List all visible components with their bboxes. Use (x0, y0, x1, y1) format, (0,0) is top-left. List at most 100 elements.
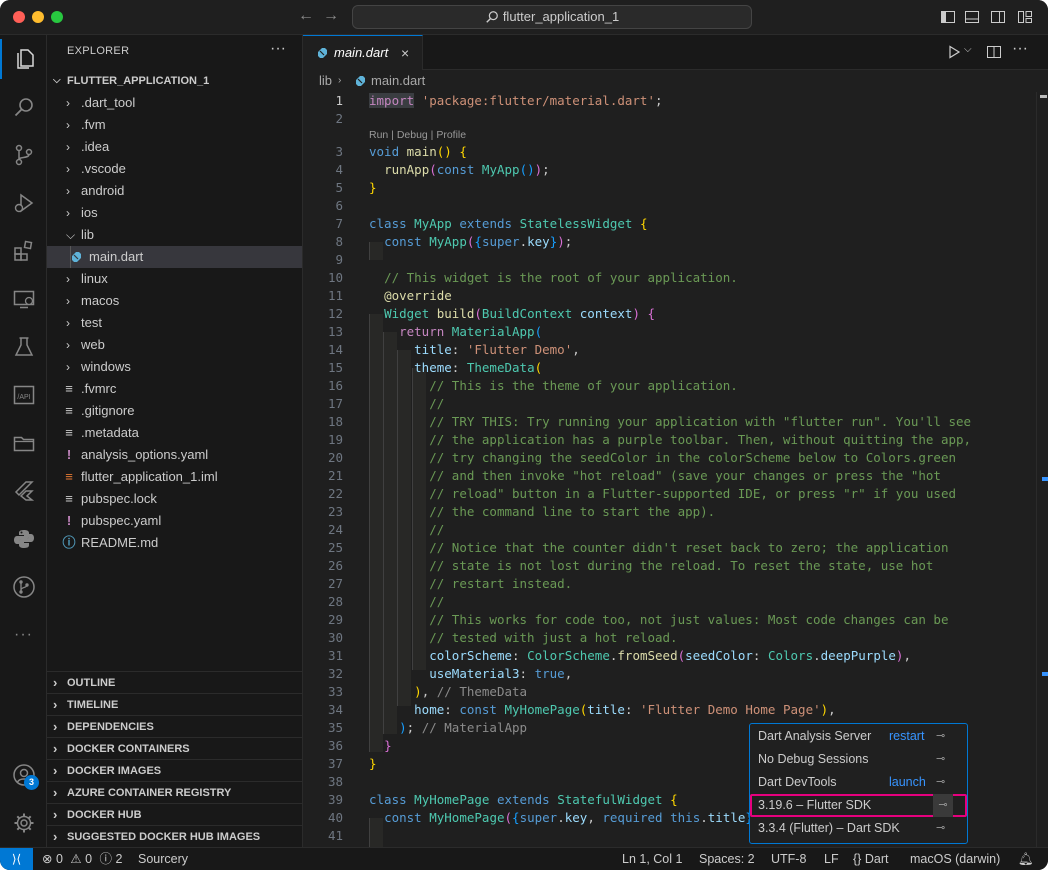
tree-item-label: windows (81, 359, 131, 374)
flutter-activity[interactable] (0, 471, 47, 511)
tree-item[interactable]: › test (47, 312, 302, 334)
customize-layout-icon[interactable] (1017, 9, 1033, 25)
cursor-position-status[interactable]: Ln 1, Col 1 (622, 848, 682, 870)
manage-activity[interactable] (0, 803, 47, 843)
tree-item[interactable]: › macos (47, 290, 302, 312)
project-folder-header[interactable]: ⌵ FLUTTER_APPLICATION_1 (47, 70, 303, 92)
explorer-more-actions[interactable]: ··· (270, 40, 286, 58)
file-icon: ≡ (65, 403, 73, 418)
tree-item[interactable]: ≡ flutter_application_1.iml (47, 466, 302, 488)
toggle-panel-icon[interactable] (964, 9, 980, 25)
section-docker-containers[interactable]: › DOCKER CONTAINERS (47, 737, 302, 759)
eol-status[interactable]: LF (824, 848, 839, 870)
restart-link[interactable]: restart (889, 725, 924, 748)
language-status[interactable]: {} Dart (853, 848, 888, 870)
tree-item[interactable]: ! pubspec.yaml (47, 510, 302, 532)
encoding-status[interactable]: UTF-8 (771, 848, 806, 870)
problems-status[interactable]: ⊗ 0 ⚠ 0 ⓘ 2 (42, 848, 123, 870)
close-window-button[interactable] (13, 11, 25, 23)
scroll-marker (1042, 672, 1048, 676)
tree-item[interactable]: › .vscode (47, 158, 302, 180)
section-dependencies[interactable]: › DEPENDENCIES (47, 715, 302, 737)
section-docker-images[interactable]: › DOCKER IMAGES (47, 759, 302, 781)
editor-tabs: main.dart × ⌵ ··· (303, 35, 1048, 70)
sourcery-status[interactable]: Sourcery (138, 848, 188, 870)
tree-item[interactable]: ≡ .gitignore (47, 400, 302, 422)
forward-arrow-icon[interactable]: → (323, 7, 339, 25)
pin-icon[interactable]: ⊸ (936, 748, 945, 771)
pin-icon[interactable]: ⊸ (933, 794, 953, 817)
tree-item[interactable]: ⌵ lib (47, 224, 302, 246)
more-actions-icon[interactable]: ··· (1012, 40, 1028, 58)
codelens-run-debug[interactable]: Run | Debug | Profile (369, 129, 466, 141)
tree-item[interactable]: › android (47, 180, 302, 202)
git-graph-activity[interactable] (0, 567, 47, 607)
explorer-activity[interactable] (0, 39, 47, 79)
more-views-activity[interactable]: ··· (0, 615, 47, 655)
section-outline[interactable]: › OUTLINE (47, 671, 302, 693)
breadcrumb-file[interactable]: main.dart (371, 70, 425, 92)
chevron-right-icon: › (53, 675, 58, 690)
section-timeline[interactable]: › TIMELINE (47, 693, 302, 715)
vertical-scrollbar[interactable] (1036, 92, 1048, 847)
remote-indicator[interactable]: ⟩⟨ (0, 848, 33, 870)
tree-item[interactable]: ! analysis_options.yaml (47, 444, 302, 466)
chevron-right-icon: › (53, 807, 58, 822)
tab-main-dart[interactable]: main.dart × (303, 35, 423, 70)
tree-item-label: .metadata (81, 425, 139, 440)
testing-activity[interactable] (0, 327, 47, 367)
run-debug-activity[interactable] (0, 183, 47, 223)
close-icon[interactable]: × (401, 36, 409, 70)
chevron-down-icon[interactable]: ⌵ (964, 44, 972, 55)
section-docker-hub[interactable]: › DOCKER HUB (47, 803, 302, 825)
svg-text:/API: /API (17, 394, 30, 401)
tree-item[interactable]: › web (47, 334, 302, 356)
tree-item[interactable]: ≡ pubspec.lock (47, 488, 302, 510)
tree-item[interactable]: ≡ .metadata (47, 422, 302, 444)
search-activity[interactable] (0, 87, 47, 127)
tree-item[interactable]: › ios (47, 202, 302, 224)
folders-activity[interactable] (0, 423, 47, 463)
accounts-activity[interactable]: 3 (0, 755, 47, 795)
split-editor-icon[interactable] (986, 44, 1002, 60)
source-control-activity[interactable] (0, 135, 47, 175)
python-icon (13, 530, 34, 548)
flask-icon (14, 337, 33, 356)
toggle-secondary-sidebar-icon[interactable] (990, 9, 1006, 25)
tree-item[interactable]: › .fvm (47, 114, 302, 136)
tree-item[interactable]: › .dart_tool (47, 92, 302, 114)
tree-item[interactable]: ⓘ README.md (47, 532, 302, 554)
tab-label: main.dart (334, 45, 389, 60)
breadcrumb-folder[interactable]: lib (319, 70, 332, 92)
indentation-status[interactable]: Spaces: 2 (699, 848, 755, 870)
warning-icon: ⚠ (70, 852, 82, 866)
flutter-sdk-row[interactable]: 3.19.6 – Flutter SDK ⊸ (750, 794, 967, 817)
python-activity[interactable] (0, 519, 47, 559)
dart-sdk-row[interactable]: 3.3.4 (Flutter) – Dart SDK ⊸ (750, 817, 967, 840)
tree-item[interactable]: › .idea (47, 136, 302, 158)
section-suggested-docker-hub-images[interactable]: › SUGGESTED DOCKER HUB IMAGES (47, 825, 302, 847)
tree-item[interactable]: main.dart (47, 246, 302, 268)
pin-icon[interactable]: ⊸ (936, 725, 945, 748)
api-activity[interactable]: /API (0, 375, 47, 415)
back-arrow-icon[interactable]: ← (298, 7, 314, 25)
tree-item[interactable]: › windows (47, 356, 302, 378)
extensions-activity[interactable] (0, 231, 47, 271)
platform-status[interactable]: macOS (darwin) (910, 848, 1000, 870)
run-icon[interactable] (946, 44, 962, 60)
launch-link[interactable]: launch (889, 771, 926, 794)
search-label: flutter_application_1 (502, 9, 620, 24)
maximize-window-button[interactable] (51, 11, 63, 23)
folder-icon (13, 436, 34, 452)
toggle-sidebar-icon[interactable] (940, 9, 956, 25)
command-center-search[interactable]: flutter_application_1 (352, 5, 752, 29)
notifications-bell-icon[interactable]: 🔔︎ (1018, 848, 1034, 870)
remote-explorer-activity[interactable] (0, 279, 47, 319)
pin-icon[interactable]: ⊸ (936, 817, 945, 840)
indent-guide (70, 246, 71, 268)
section-azure-container-registry[interactable]: › AZURE CONTAINER REGISTRY (47, 781, 302, 803)
tree-item[interactable]: ≡ .fvmrc (47, 378, 302, 400)
tree-item[interactable]: › linux (47, 268, 302, 290)
pin-icon[interactable]: ⊸ (936, 771, 945, 794)
minimize-window-button[interactable] (32, 11, 44, 23)
